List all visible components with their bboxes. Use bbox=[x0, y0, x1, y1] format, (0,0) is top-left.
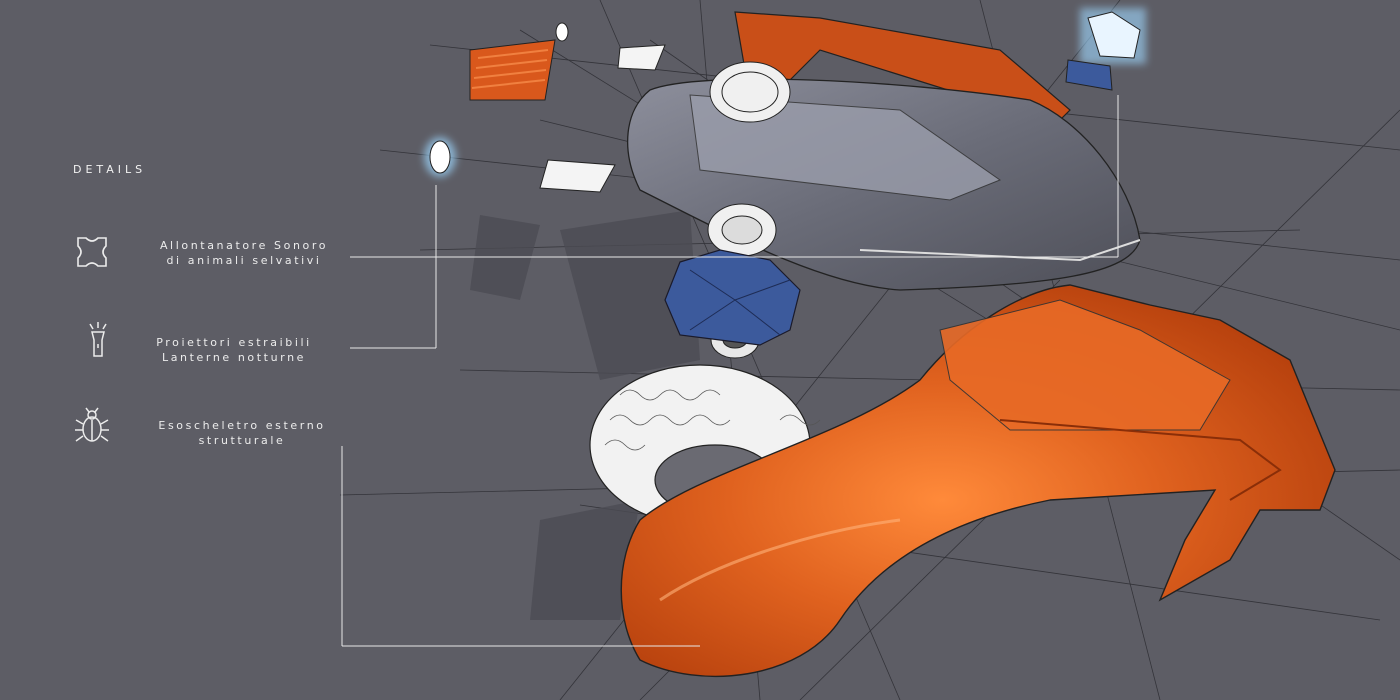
feature-label-line2: Lanterne notturne bbox=[161, 351, 307, 364]
feature-label-line1: Allontanatore Sonoro bbox=[159, 239, 329, 252]
beetle-icon bbox=[75, 407, 109, 442]
feature-label-line1: Proiettori estraibili bbox=[156, 336, 312, 349]
feature-headlights: Proiettori estraibili Lanterne notturne bbox=[124, 335, 344, 365]
feature-exoskeleton: Esoscheletro esterno strutturale bbox=[132, 418, 352, 448]
feature-label-line2: di animali selvativi bbox=[166, 254, 322, 267]
flashlight-icon bbox=[89, 322, 107, 357]
vent-part bbox=[469, 39, 556, 101]
rotor-part bbox=[664, 249, 801, 346]
feature-label-line2: strutturale bbox=[198, 434, 286, 447]
details-title: DETAILS bbox=[73, 163, 147, 176]
feature-sound-repeller: Allontanatore Sonoro di animali selvativ… bbox=[134, 238, 354, 268]
cross-shape-icon bbox=[77, 237, 107, 267]
feature-label-line1: Esoscheletro esterno bbox=[158, 419, 326, 432]
